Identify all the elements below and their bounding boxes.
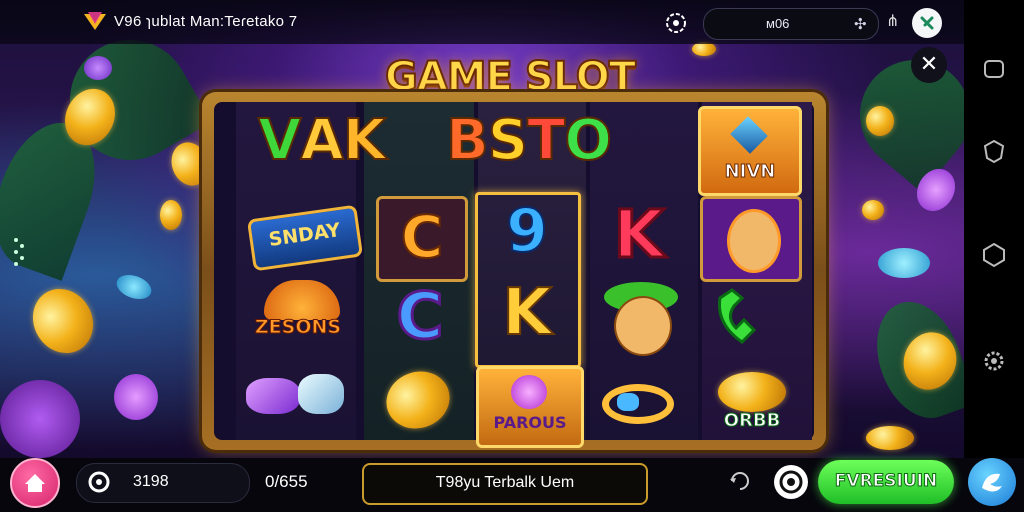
- symbol-parous-tile: PAROUS: [476, 366, 584, 448]
- symbol-ring-icon: [602, 384, 674, 424]
- close-button[interactable]: ✕: [911, 47, 947, 83]
- news-ticker: T98yu Terbalk Uem: [362, 463, 648, 505]
- banner-letter: B: [445, 107, 490, 174]
- lotus-icon: [511, 375, 547, 409]
- symbol-9: 9: [505, 195, 549, 267]
- gem-chip-icon: [0, 380, 80, 458]
- gear-icon[interactable]: [981, 348, 1007, 374]
- close-icon: ✕: [919, 52, 939, 77]
- balance-display[interactable]: ᴍ06 ✣: [703, 8, 879, 40]
- star-icon: ✣: [854, 15, 867, 33]
- coin-balance[interactable]: 3198: [76, 463, 250, 503]
- symbol-k-red: K: [612, 195, 666, 275]
- winner-tile-label: NIVN: [724, 161, 776, 183]
- coin-icon: [692, 42, 716, 56]
- profile-icon: [920, 16, 934, 30]
- coin-icon: [160, 200, 182, 230]
- coin-icon: [862, 200, 884, 220]
- banner-letter: T: [526, 107, 566, 174]
- profile-button[interactable]: [912, 8, 942, 38]
- balance-value: ᴍ06: [766, 16, 790, 31]
- gem-chip-icon: [878, 248, 930, 278]
- ticker-text: T98yu Terbalk Uem: [435, 474, 575, 491]
- home-hexagon-icon[interactable]: [981, 242, 1007, 268]
- hero-face-icon: [727, 209, 781, 273]
- symbol-hero-tile: [700, 196, 802, 282]
- settings-icon[interactable]: [663, 10, 689, 36]
- bet-value[interactable]: 0/655: [265, 472, 308, 492]
- banner-letters: VAK BSTO: [257, 107, 698, 188]
- coin-icon: [866, 426, 914, 450]
- kite-icon: [730, 116, 768, 154]
- home-icon: [25, 474, 45, 492]
- gem-chip-icon: [113, 270, 155, 304]
- gem-chip-icon: [114, 374, 158, 420]
- symbol-zesons: ZESONS: [254, 316, 342, 339]
- coin-icon: [21, 277, 105, 365]
- symbol-phone-icon: [717, 288, 757, 344]
- recents-icon[interactable]: [981, 56, 1007, 82]
- coin-icon: [866, 106, 894, 136]
- game-mascot-icon: [982, 473, 1002, 492]
- banner-letter: V: [257, 107, 302, 174]
- symbol-jungle-face-icon: [600, 282, 682, 358]
- symbol-k-gold: K: [501, 275, 553, 351]
- target-icon: [779, 470, 803, 494]
- share-icon[interactable]: ⋔: [886, 11, 900, 33]
- banner-letter: S: [487, 107, 529, 174]
- symbol-parous-label: PAROUS: [493, 413, 567, 432]
- symbol-gems-icon: [242, 370, 350, 424]
- gem-chip-icon: [84, 56, 112, 80]
- coin-balance-value: 3198: [133, 473, 169, 490]
- brand-logo-icon: [84, 12, 106, 30]
- spin-button-label: FVRESIUIN: [834, 471, 938, 492]
- banner-letter: K: [342, 107, 387, 174]
- drag-handle-icon[interactable]: [12, 236, 26, 272]
- winner-tile[interactable]: NIVN: [698, 106, 802, 196]
- coin-icon: [88, 471, 110, 493]
- symbol-c-label: C: [400, 202, 445, 272]
- symbol-c-tile: C: [376, 196, 468, 282]
- refresh-icon[interactable]: [728, 469, 752, 493]
- symbol-orbb-label: ORBB: [723, 410, 781, 432]
- autoplay-target-button[interactable]: [774, 465, 808, 499]
- game-menu-button[interactable]: [968, 458, 1016, 506]
- symbol-c-purple: C: [395, 279, 445, 356]
- page-title: V96 ɿublat Man:Teɾetako 7: [114, 13, 298, 30]
- banner-letter: A: [299, 107, 344, 174]
- top-bar: V96 ɿublat Man:Teɾetako 7 ᴍ06 ✣ ⋔: [0, 0, 964, 44]
- banner-letter: O: [563, 107, 613, 174]
- symbol-orbb-tile: ORBB: [708, 372, 796, 438]
- home-button[interactable]: [10, 458, 60, 508]
- system-nav-rail: [964, 0, 1024, 458]
- spin-button[interactable]: FVRESIUIN: [818, 460, 954, 504]
- shield-icon[interactable]: [981, 138, 1007, 164]
